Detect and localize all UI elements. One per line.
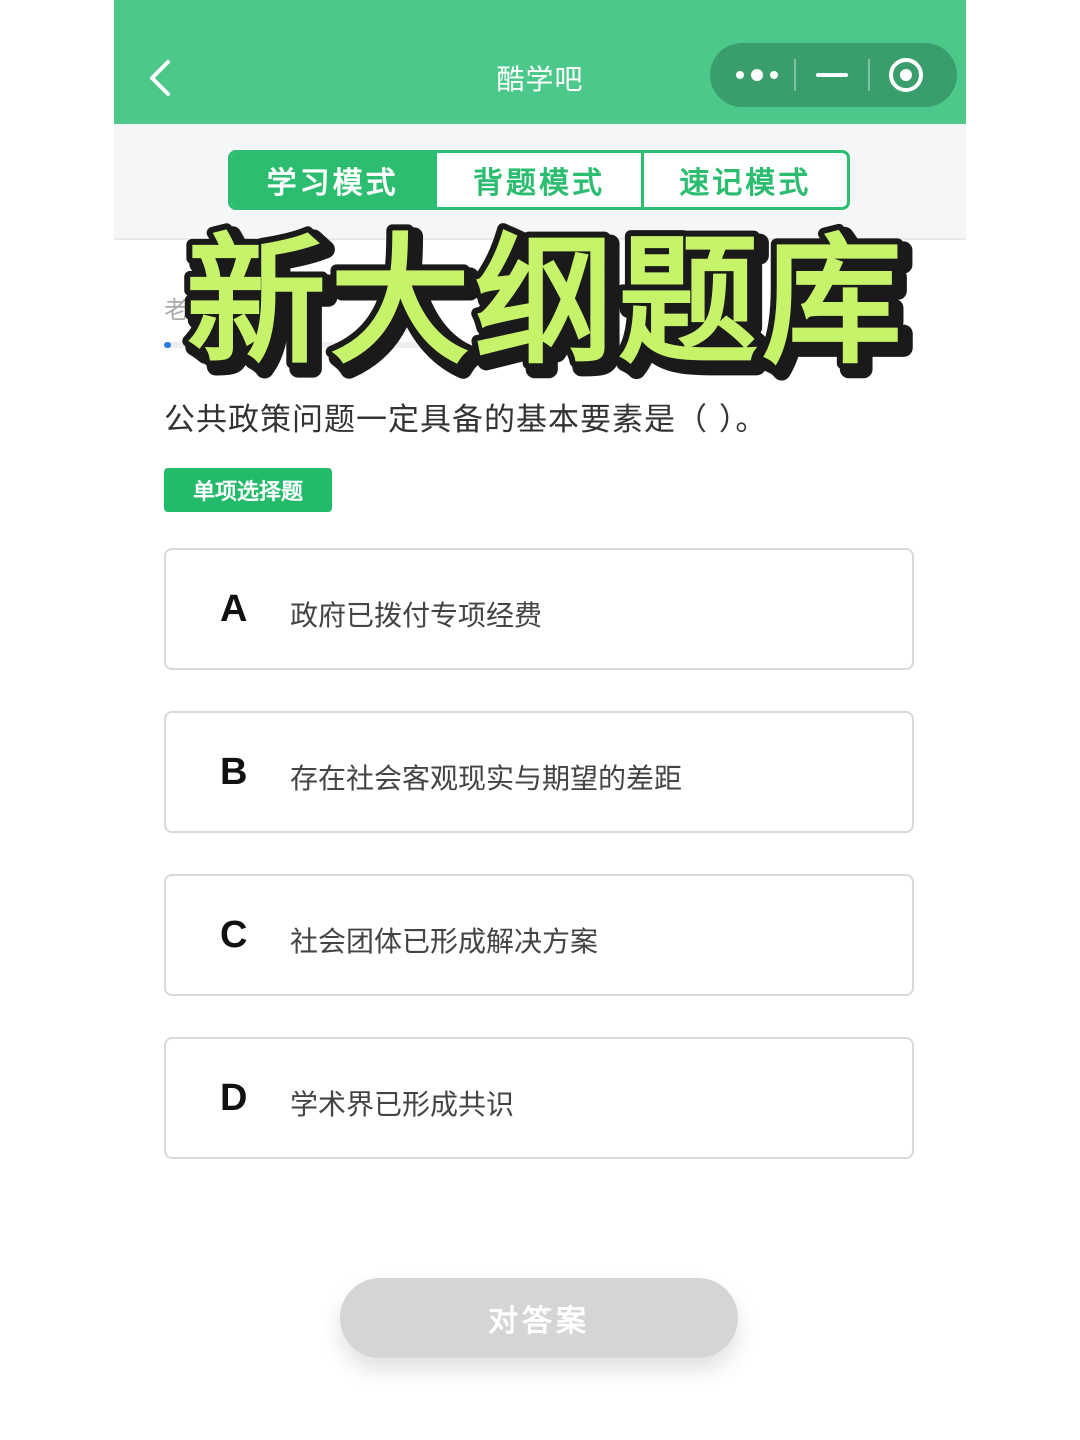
question-type-badge: 单项选择题	[164, 468, 332, 512]
check-answer-button[interactable]: 对答案	[340, 1278, 738, 1358]
nav-bar: 酷学吧	[114, 0, 966, 124]
option-text: 学术界已形成共识	[290, 1088, 515, 1121]
option-c[interactable]: C 社会团体已形成解决方案	[164, 874, 914, 996]
question-text: 公共政策问题一定具备的基本要素是（ ）。	[164, 402, 768, 438]
option-letter: B	[220, 751, 248, 793]
mode-tabs: 学习模式 背题模式 速记模式	[228, 150, 850, 210]
minimize-icon[interactable]	[812, 59, 852, 91]
option-d[interactable]: D 学术界已形成共识	[164, 1037, 914, 1159]
overlay-title-text: 新大纲题库	[186, 221, 906, 382]
option-text: 社会团体已形成解决方案	[290, 925, 599, 958]
option-text: 存在社会客观现实与期望的差距	[290, 762, 683, 795]
option-letter: D	[220, 1077, 248, 1119]
tab-study-mode[interactable]: 学习模式	[231, 153, 438, 207]
more-dots-icon[interactable]	[732, 59, 782, 91]
mini-program-capsule	[710, 43, 957, 107]
option-letter: C	[220, 914, 248, 956]
capsule-divider	[794, 59, 796, 91]
capsule-divider	[868, 59, 870, 91]
tab-recite-mode[interactable]: 背题模式	[437, 153, 644, 207]
close-target-icon[interactable]	[886, 57, 926, 93]
overlay-title: 新大纲题库 新大纲题库	[180, 215, 917, 382]
tab-memorize-mode[interactable]: 速记模式	[644, 153, 847, 207]
option-text: 政府已拨付专项经费	[290, 599, 543, 632]
option-a[interactable]: A 政府已拨付专项经费	[164, 548, 914, 670]
option-b[interactable]: B 存在社会客观现实与期望的差距	[164, 711, 914, 833]
option-letter: A	[220, 588, 248, 630]
phone-screen: 酷学吧 学习模式 背题模式 速记模式 老 诊断 的 新大纲题库 新大纲题库 公共…	[114, 0, 966, 1440]
